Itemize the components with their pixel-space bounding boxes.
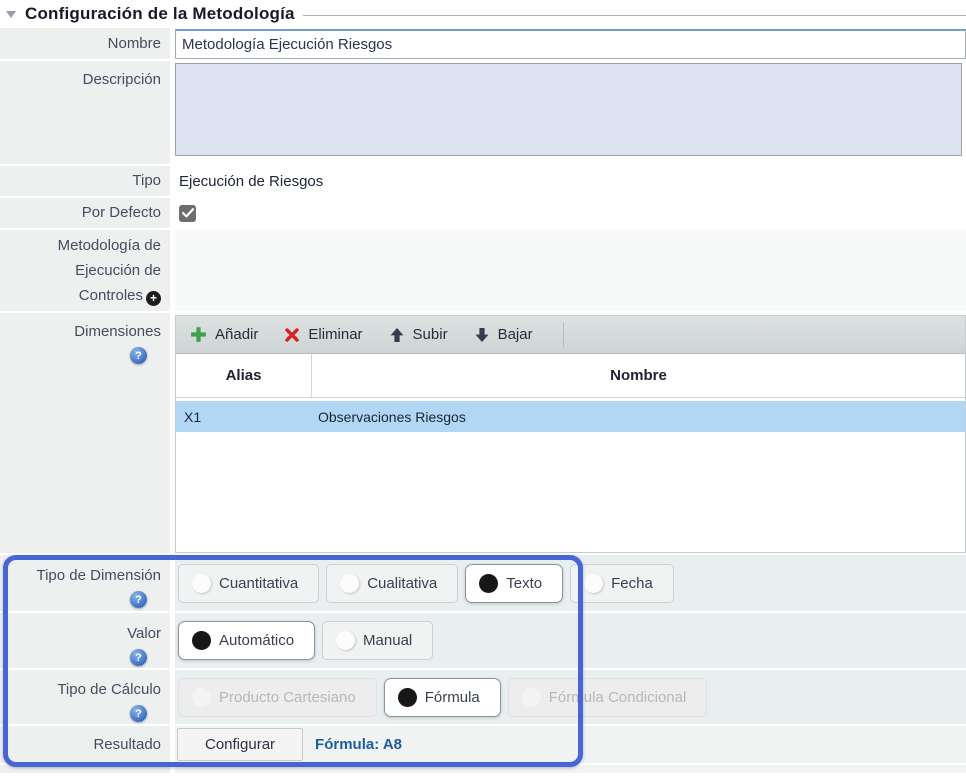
radio-option-label: Cualitativa	[367, 575, 437, 592]
valor-options: Automático Manual	[175, 621, 433, 660]
row-metodologia-controles: Metodología de Ejecución de Controles+	[0, 230, 966, 311]
radio-option-label: Fórmula Condicional	[549, 689, 687, 706]
table-header: Alias Nombre	[176, 354, 965, 398]
radio-option-label: Cuantitativa	[219, 575, 298, 592]
tipo-dimension-help-icon[interactable]: ?	[130, 591, 147, 608]
dimensions-grid: Añadir Eliminar Subir	[175, 315, 966, 553]
radio-circle-icon	[192, 688, 211, 707]
row-descripcion: Descripción	[0, 61, 966, 164]
radio-option[interactable]: Cualitativa	[326, 564, 458, 603]
plus-icon	[190, 326, 207, 343]
metodologia-controles-label: Metodología de Ejecución de Controles+	[0, 230, 170, 311]
radio-option[interactable]: Texto	[465, 564, 563, 603]
move-down-button[interactable]: Bajar	[472, 322, 535, 347]
tipo-dimension-label: Tipo de Dimensión	[36, 564, 161, 588]
tipo-calculo-label-cell: Tipo de Cálculo ?	[0, 670, 170, 724]
row-por-defecto: Por Defecto	[0, 198, 966, 228]
cell-nombre: Observaciones Riesgos	[312, 409, 965, 425]
valor-help-icon[interactable]: ?	[130, 649, 147, 666]
tipo-dimension-label-cell: Tipo de Dimensión ?	[0, 555, 170, 611]
por-defecto-label: Por Defecto	[0, 198, 170, 228]
radio-option-label: Texto	[506, 575, 542, 592]
nombre-label: Nombre	[0, 28, 170, 59]
configure-button[interactable]: Configurar	[177, 728, 303, 761]
delete-button[interactable]: Eliminar	[282, 322, 364, 347]
tipo-label: Tipo	[0, 166, 170, 196]
tipo-dimension-options: Cuantitativa Cualitativa Texto F	[175, 564, 674, 603]
radio-circle-icon	[192, 574, 211, 593]
section-header: Configuración de la Metodología	[0, 0, 966, 28]
tipo-calculo-help-icon[interactable]: ?	[130, 705, 147, 722]
tipo-calculo-options: Producto Cartesiano Fórmula Fórmula Cond…	[175, 678, 707, 717]
dimensiones-label-cell: Dimensiones ?	[0, 313, 170, 553]
valor-label-cell: Valor ?	[0, 613, 170, 668]
radio-option-label: Producto Cartesiano	[219, 689, 356, 706]
radio-option-label: Automático	[219, 632, 294, 649]
x-icon	[284, 327, 300, 343]
radio-circle-icon	[479, 574, 498, 593]
radio-option[interactable]: Manual	[322, 621, 433, 660]
add-button[interactable]: Añadir	[188, 322, 260, 347]
table-row[interactable]: X1 Observaciones Riesgos	[176, 401, 965, 432]
radio-option-label: Fórmula	[425, 689, 480, 706]
descripcion-label: Descripción	[0, 61, 170, 164]
toolbar-separator	[563, 323, 564, 347]
table-body: X1 Observaciones Riesgos	[176, 398, 965, 552]
column-header-nombre[interactable]: Nombre	[312, 367, 965, 384]
radio-option[interactable]: Fecha	[570, 564, 674, 603]
dimensiones-label: Dimensiones	[74, 320, 161, 344]
arrow-down-icon	[474, 327, 490, 343]
radio-option: Fórmula Condicional	[508, 678, 708, 717]
nombre-input[interactable]	[175, 29, 966, 59]
radio-circle-icon	[522, 688, 541, 707]
arrow-up-icon	[389, 327, 405, 343]
radio-circle-icon	[584, 574, 603, 593]
cell-alias: X1	[176, 409, 312, 425]
row-tipo: Tipo Ejecución de Riesgos	[0, 166, 966, 196]
descripcion-textarea[interactable]	[175, 63, 962, 156]
row-valor: Valor ? Automático Manual	[0, 613, 966, 668]
page-title: Configuración de la Metodología	[25, 4, 295, 24]
tipo-value: Ejecución de Riesgos	[175, 173, 323, 190]
radio-option: Producto Cartesiano	[178, 678, 377, 717]
row-dimensiones: Dimensiones ? Añadir Eliminar	[0, 313, 966, 553]
dimensions-toolbar: Añadir Eliminar Subir	[176, 316, 965, 354]
add-control-methodology-icon[interactable]: +	[146, 291, 161, 306]
bottom-strip	[0, 765, 966, 773]
column-header-alias[interactable]: Alias	[176, 354, 312, 397]
radio-circle-icon	[192, 631, 211, 650]
row-tipo-calculo: Tipo de Cálculo ? Producto Cartesiano Fó…	[0, 670, 966, 724]
row-nombre: Nombre	[0, 28, 966, 59]
collapse-triangle-icon[interactable]	[6, 11, 16, 18]
radio-option-label: Manual	[363, 632, 412, 649]
row-tipo-dimension: Tipo de Dimensión ? Cuantitativa Cualita…	[0, 555, 966, 611]
row-resultado: Resultado Configurar Fórmula: A8	[0, 726, 966, 763]
move-up-button[interactable]: Subir	[387, 322, 450, 347]
dimensiones-help-icon[interactable]: ?	[130, 347, 147, 364]
tipo-calculo-label: Tipo de Cálculo	[57, 678, 161, 702]
radio-option[interactable]: Fórmula	[384, 678, 501, 717]
radio-option[interactable]: Cuantitativa	[178, 564, 319, 603]
checkmark-icon	[182, 208, 194, 218]
header-rule	[303, 15, 966, 16]
methodology-config-page: Configuración de la Metodología Nombre D…	[0, 0, 966, 778]
radio-circle-icon	[340, 574, 359, 593]
valor-label: Valor	[127, 622, 161, 646]
radio-option[interactable]: Automático	[178, 621, 315, 660]
radio-circle-icon	[336, 631, 355, 650]
por-defecto-checkbox[interactable]	[179, 205, 196, 222]
radio-option-label: Fecha	[611, 575, 653, 592]
resultado-label: Resultado	[0, 726, 170, 763]
formula-result-text: Fórmula: A8	[315, 736, 402, 753]
radio-circle-icon	[398, 688, 417, 707]
